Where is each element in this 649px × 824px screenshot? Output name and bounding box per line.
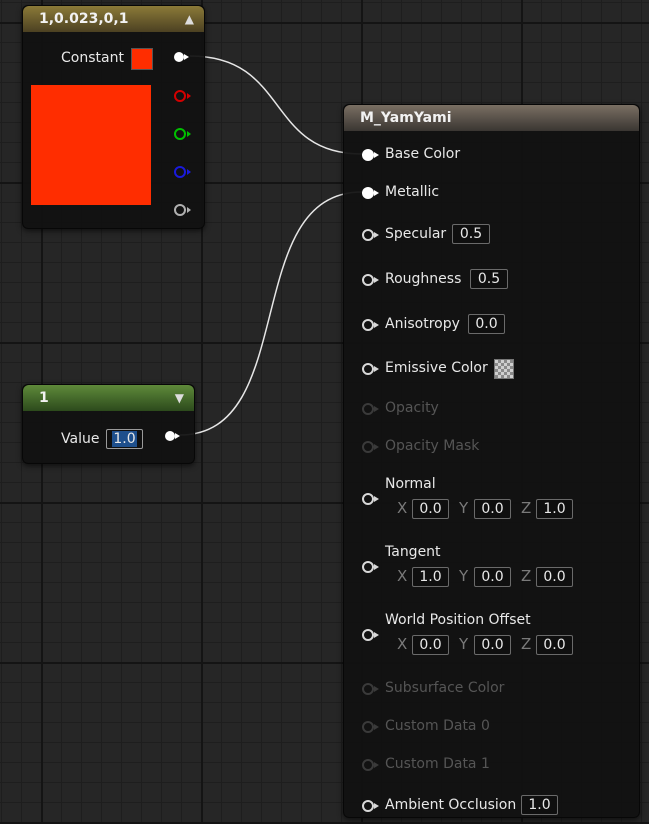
normal-z-input[interactable]: 1.0 — [536, 499, 573, 519]
world-position-offset-input-pin[interactable] — [362, 629, 379, 641]
normal-x-axis-label: X — [397, 499, 408, 517]
constant-node[interactable]: 1,0.023,0,1 ▲ Constant — [22, 5, 205, 229]
metallic-label: Metallic — [385, 184, 440, 200]
normal-x-input[interactable]: 0.0 — [412, 499, 449, 519]
constant-label: Constant — [61, 50, 124, 66]
wpo-y-axis-label: Y — [459, 635, 469, 653]
tangent-y-input[interactable]: 0.0 — [474, 567, 511, 587]
specular-label: Specular — [385, 226, 447, 242]
opacity-label: Opacity — [385, 400, 439, 416]
normal-z-axis-label: Z — [521, 499, 532, 517]
value-input-text: 1.0 — [112, 431, 137, 447]
wpo-y-input[interactable]: 0.0 — [474, 635, 511, 655]
anisotropy-label: Anisotropy — [385, 316, 460, 332]
value-label: Value — [61, 431, 100, 447]
wpo-x-axis-label: X — [397, 635, 408, 653]
ambient-occlusion-value-input[interactable]: 1.0 — [521, 795, 558, 815]
normal-y-axis-label: Y — [459, 499, 469, 517]
custom-data-1-input-pin — [362, 759, 379, 771]
constant-color-preview — [31, 85, 151, 205]
value-output-pin[interactable] — [165, 431, 180, 441]
wpo-z-input[interactable]: 0.0 — [536, 635, 573, 655]
constant-node-title: 1,0.023,0,1 — [39, 11, 129, 27]
wpo-z-axis-label: Z — [521, 635, 532, 653]
base-color-input-pin[interactable] — [362, 149, 379, 161]
material-node-title: M_YamYami — [360, 110, 452, 126]
tangent-input-pin[interactable] — [362, 561, 379, 573]
metallic-input-pin[interactable] — [362, 187, 379, 199]
output-pin-alpha[interactable] — [174, 204, 191, 216]
emissive-color-label: Emissive Color — [385, 360, 488, 376]
normal-label: Normal — [385, 476, 436, 492]
base-color-label: Base Color — [385, 146, 461, 162]
roughness-label: Roughness — [385, 271, 462, 287]
wire-constant-to-base-color — [189, 55, 363, 155]
tangent-label: Tangent — [385, 544, 441, 560]
tangent-z-axis-label: Z — [521, 567, 532, 585]
value-node-title: 1 — [39, 390, 49, 406]
custom-data-0-label: Custom Data 0 — [385, 718, 490, 734]
ambient-occlusion-label: Ambient Occlusion — [385, 797, 517, 813]
subsurface-color-input-pin — [362, 683, 379, 695]
scalar-value-node[interactable]: 1 ▼ Value 1.0 — [22, 384, 195, 464]
specular-value-input[interactable]: 0.5 — [452, 224, 490, 244]
value-input[interactable]: 1.0 — [106, 429, 143, 449]
custom-data-1-label: Custom Data 1 — [385, 756, 490, 772]
tangent-y-axis-label: Y — [459, 567, 469, 585]
constant-node-header[interactable]: 1,0.023,0,1 ▲ — [23, 6, 204, 32]
wire-value-to-metallic — [179, 191, 363, 436]
emissive-color-swatch[interactable] — [494, 359, 514, 379]
specular-input-pin[interactable] — [362, 229, 379, 241]
value-node-header[interactable]: 1 ▼ — [23, 385, 194, 411]
constant-color-swatch[interactable] — [131, 48, 153, 70]
material-node[interactable]: M_YamYami Base Color Metallic Specular 0… — [343, 104, 640, 818]
collapse-chevron-up-icon[interactable]: ▲ — [185, 6, 194, 32]
tangent-x-axis-label: X — [397, 567, 408, 585]
normal-y-input[interactable]: 0.0 — [474, 499, 511, 519]
tangent-x-input[interactable]: 1.0 — [412, 567, 449, 587]
opacity-input-pin — [362, 403, 379, 415]
wpo-x-input[interactable]: 0.0 — [412, 635, 449, 655]
normal-input-pin[interactable] — [362, 493, 379, 505]
emissive-color-input-pin[interactable] — [362, 363, 379, 375]
anisotropy-value-input[interactable]: 0.0 — [468, 314, 505, 334]
opacity-mask-label: Opacity Mask — [385, 438, 480, 454]
ambient-occlusion-input-pin[interactable] — [362, 800, 379, 812]
opacity-mask-input-pin — [362, 441, 379, 453]
world-position-offset-label: World Position Offset — [385, 612, 531, 628]
roughness-input-pin[interactable] — [362, 274, 379, 286]
output-pin-red[interactable] — [174, 90, 191, 102]
output-pin-rgba[interactable] — [174, 52, 189, 62]
roughness-value-input[interactable]: 0.5 — [470, 269, 508, 289]
output-pin-blue[interactable] — [174, 166, 191, 178]
anisotropy-input-pin[interactable] — [362, 319, 379, 331]
material-node-header[interactable]: M_YamYami — [344, 105, 639, 131]
tangent-z-input[interactable]: 0.0 — [536, 567, 573, 587]
output-pin-green[interactable] — [174, 128, 191, 140]
subsurface-color-label: Subsurface Color — [385, 680, 505, 696]
collapse-chevron-down-icon[interactable]: ▼ — [175, 385, 184, 411]
custom-data-0-input-pin — [362, 721, 379, 733]
